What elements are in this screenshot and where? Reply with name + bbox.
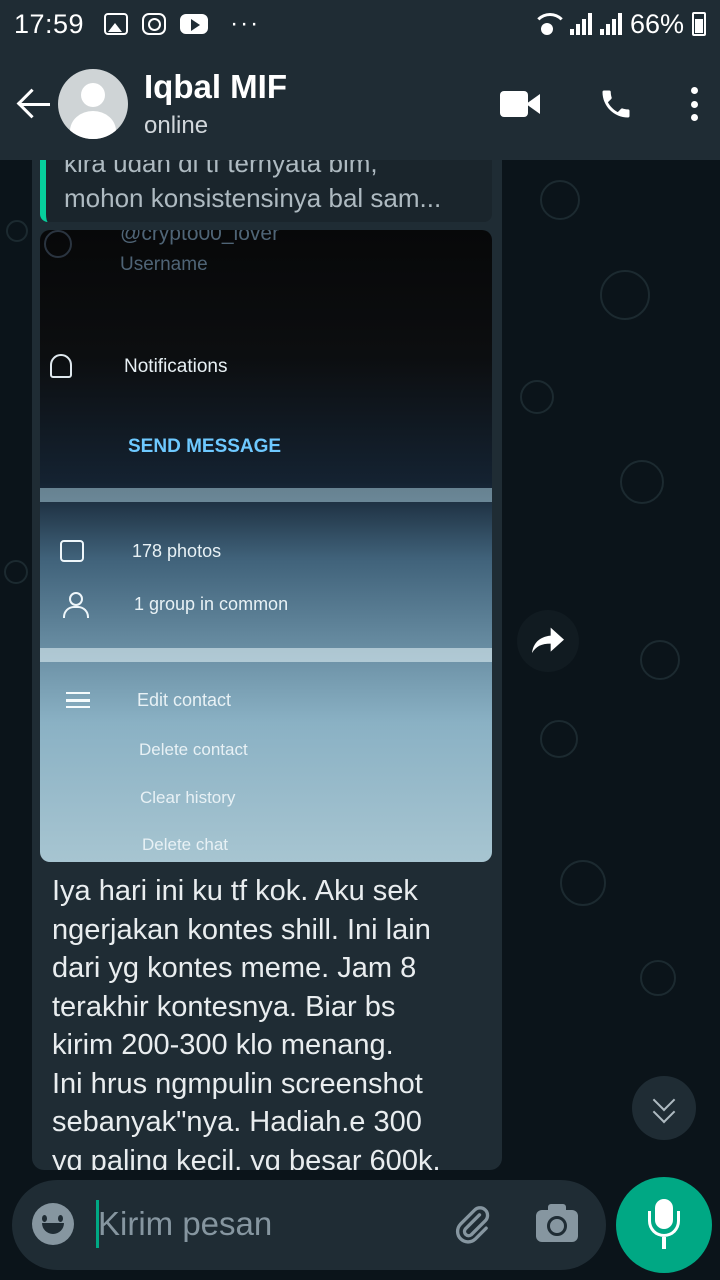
wallpaper-doodle bbox=[600, 270, 650, 320]
quoted-text-line: mohon konsistensinya bal sam... bbox=[64, 183, 442, 213]
contact-name: Iqbal MIF bbox=[144, 68, 287, 105]
video-call-icon[interactable] bbox=[500, 91, 542, 117]
signal-icon bbox=[599, 13, 622, 35]
notification-icons: ··· bbox=[104, 10, 260, 38]
back-arrow-icon[interactable] bbox=[10, 80, 58, 128]
battery-icon bbox=[692, 12, 706, 36]
contact-info[interactable]: Iqbal MIF online bbox=[144, 68, 287, 140]
message-line: terakhir kontesnya. Biar bs bbox=[52, 990, 396, 1023]
user-icon bbox=[62, 592, 89, 618]
wallpaper-doodle bbox=[640, 960, 676, 996]
photo-edit-contact: Edit contact bbox=[137, 690, 232, 710]
message-text: Iya hari ini ku tf kok. Aku sek ngerjaka… bbox=[52, 872, 492, 1170]
message-line: kirim 200-300 klo menang. bbox=[52, 1029, 394, 1061]
photo-delete-chat: Delete chat bbox=[142, 835, 228, 854]
message-input[interactable] bbox=[96, 1198, 426, 1250]
message-photo[interactable]: @crypto00_lover Username Notifications S… bbox=[40, 230, 492, 862]
bell-icon bbox=[50, 354, 72, 378]
wallpaper-doodle bbox=[540, 720, 578, 758]
attachment-icon[interactable] bbox=[452, 1202, 492, 1246]
photo-username-label: Username bbox=[120, 254, 208, 275]
wallpaper-doodle bbox=[6, 220, 28, 242]
wallpaper-doodle bbox=[520, 380, 554, 414]
avatar[interactable] bbox=[58, 69, 128, 139]
status-time: 17:59 bbox=[14, 8, 85, 39]
quoted-text-line: kira udah di tf ternyata blm, bbox=[64, 160, 378, 178]
camera-icon[interactable] bbox=[536, 1204, 578, 1242]
wifi-icon bbox=[531, 13, 568, 35]
more-options-icon[interactable] bbox=[690, 87, 698, 121]
chat-header: Iqbal MIF online bbox=[0, 48, 720, 160]
signal-icon bbox=[569, 13, 592, 35]
forward-icon bbox=[532, 627, 564, 653]
contact-status: online bbox=[144, 112, 209, 139]
system-indicators: 66% bbox=[531, 8, 706, 40]
photo-send-message: SEND MESSAGE bbox=[128, 436, 282, 457]
photo-clear-history: Clear history bbox=[140, 788, 236, 807]
photo-notifications: Notifications bbox=[124, 356, 228, 377]
wallpaper-doodle bbox=[540, 180, 580, 220]
photo-username: @crypto00_lover bbox=[120, 230, 280, 245]
wallpaper-doodle bbox=[640, 640, 680, 680]
message-composer[interactable] bbox=[12, 1180, 606, 1270]
wallpaper-doodle bbox=[4, 560, 28, 584]
input-bar bbox=[0, 1170, 720, 1280]
photo-groups: 1 group in common bbox=[134, 594, 289, 614]
wallpaper-doodle bbox=[560, 860, 606, 906]
list-icon bbox=[66, 692, 90, 708]
scroll-down-button[interactable] bbox=[632, 1076, 696, 1140]
phone-call-icon[interactable] bbox=[598, 86, 634, 122]
divider bbox=[40, 648, 492, 662]
instagram-icon bbox=[142, 13, 167, 35]
divider bbox=[40, 488, 492, 502]
photo-photos-count: 178 photos bbox=[132, 541, 222, 561]
message-line: ngerjakan kontes shill. Ini lain bbox=[52, 913, 431, 946]
voice-message-button[interactable] bbox=[616, 1177, 712, 1273]
quoted-message[interactable]: kira udah di tf ternyata blm, mohon kons… bbox=[40, 160, 492, 222]
emoji-icon[interactable] bbox=[32, 1203, 74, 1245]
youtube-icon bbox=[180, 14, 209, 34]
message-line: Ini hrus ngmpulin screenshot bbox=[52, 1067, 423, 1100]
wallpaper-doodle bbox=[620, 460, 664, 504]
photos-icon bbox=[60, 540, 84, 562]
message-line: yg paling kecil, yg besar 600k. bbox=[52, 1144, 441, 1171]
gallery-icon bbox=[104, 13, 129, 35]
status-bar: 17:59 ··· 66% bbox=[0, 0, 720, 48]
photo-delete-contact: Delete contact bbox=[139, 740, 248, 759]
chat-area[interactable]: kira udah di tf ternyata blm, mohon kons… bbox=[0, 160, 720, 1170]
more-notifications-icon: ··· bbox=[230, 10, 261, 37]
message-line: Iya hari ini ku tf kok. Aku sek bbox=[52, 875, 418, 907]
battery-percent: 66% bbox=[629, 8, 684, 39]
forward-button[interactable] bbox=[517, 610, 579, 672]
message-line: dari yg kontes meme. Jam 8 bbox=[52, 952, 417, 984]
message-line: sebanyak"nya. Hadiah.e 300 bbox=[52, 1106, 422, 1138]
info-icon bbox=[44, 230, 72, 258]
